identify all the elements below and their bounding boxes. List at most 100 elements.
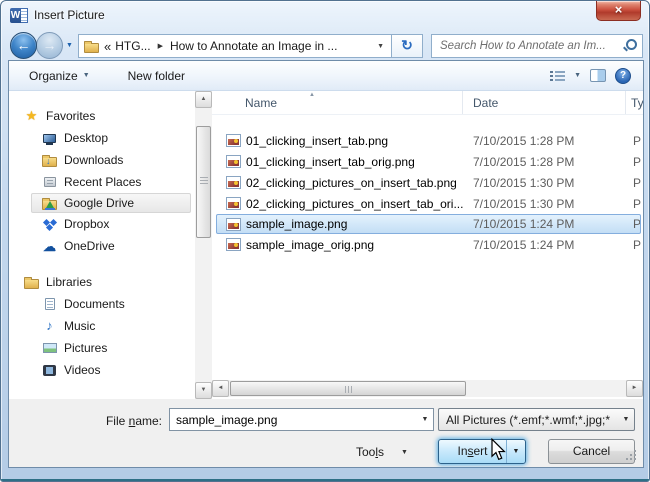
sidebar-scrollbar[interactable]: ▲ ▼ xyxy=(195,91,212,399)
command-toolbar: Organize ▼ New folder ▼ ? xyxy=(9,61,643,91)
file-date: 7/10/2015 1:28 PM xyxy=(473,154,575,169)
scroll-right-button[interactable]: ► xyxy=(626,380,643,397)
resize-grip-icon[interactable] xyxy=(626,450,637,461)
views-dropdown-icon[interactable]: ▼ xyxy=(574,72,581,79)
image-file-icon xyxy=(226,238,241,251)
refresh-icon: ↻ xyxy=(401,37,413,53)
scroll-left-icon: ◄ xyxy=(217,385,224,391)
sidebar-item-dropbox[interactable]: Dropbox xyxy=(9,213,195,235)
videos-icon xyxy=(43,364,56,376)
address-dropdown-icon[interactable]: ▼ xyxy=(375,43,386,50)
file-rows: 01_clicking_insert_tab.png 7/10/2015 1:2… xyxy=(212,130,643,255)
chevron-down-icon[interactable]: ▼ xyxy=(417,416,433,423)
file-name-label: File name: xyxy=(105,414,162,428)
views-icon[interactable] xyxy=(550,70,566,82)
chevron-down-icon: ▼ xyxy=(401,448,408,456)
insert-picture-dialog: W Insert Picture × ← → ▼ « HTG... ▶ How … xyxy=(0,0,650,482)
list-horizontal-scrollbar[interactable]: ◄ ► xyxy=(212,380,643,397)
sidebar-item-music[interactable]: ♪ Music xyxy=(9,315,195,337)
dialog-footer: File name: ▼ All Pictures (*.emf;*.wmf;*… xyxy=(9,399,643,467)
sidebar-item-libraries[interactable]: Libraries xyxy=(9,271,195,293)
scrollbar-thumb[interactable] xyxy=(196,126,211,238)
documents-icon xyxy=(44,298,55,310)
close-button[interactable]: × xyxy=(596,1,641,21)
cancel-button[interactable]: Cancel xyxy=(548,439,635,464)
search-icon xyxy=(622,39,637,53)
insert-dropdown-button[interactable]: ▼ xyxy=(506,440,525,463)
refresh-button[interactable]: ↻ xyxy=(392,34,423,58)
organize-button[interactable]: Organize ▼ xyxy=(23,66,96,86)
file-type: Pl xyxy=(633,237,641,252)
file-type-value: All Pictures (*.emf;*.wmf;*.jpg;* xyxy=(446,412,611,427)
file-type-combobox[interactable]: All Pictures (*.emf;*.wmf;*.jpg;* ▼ xyxy=(438,408,635,431)
tools-label: Tools xyxy=(356,445,385,459)
main-area: ★ Favorites Desktop ↓ Downloads Recent P… xyxy=(9,91,643,399)
dropbox-icon xyxy=(42,218,57,231)
forward-icon: → xyxy=(42,37,57,53)
sidebar-label: Recent Places xyxy=(64,175,142,189)
column-header-date[interactable]: Date xyxy=(463,91,626,114)
new-folder-button[interactable]: New folder xyxy=(122,66,191,86)
column-header-type[interactable]: Ty xyxy=(626,91,643,114)
sidebar-item-documents[interactable]: Documents xyxy=(9,293,195,315)
title-bar[interactable]: W Insert Picture × xyxy=(1,1,649,30)
file-name: sample_image.png xyxy=(246,217,348,231)
breadcrumb-separator-icon: ▶ xyxy=(157,43,163,50)
file-row[interactable]: 01_clicking_insert_tab_orig.png 7/10/201… xyxy=(216,151,641,172)
sidebar-item-favorites[interactable]: ★ Favorites xyxy=(9,105,195,127)
insert-split-button: Insert ▼ xyxy=(438,439,526,464)
sidebar-item-onedrive[interactable]: ☁ OneDrive xyxy=(9,235,195,257)
word-letter: W xyxy=(10,8,21,23)
sidebar-label: Documents xyxy=(64,297,125,311)
breadcrumb-segment-root[interactable]: HTG... xyxy=(115,39,150,53)
column-header-name[interactable]: Name xyxy=(212,91,463,114)
file-list: ▲ Name Date Ty 01_clicking_insert_tab.pn… xyxy=(212,91,643,399)
back-button[interactable]: ← xyxy=(10,32,37,59)
scroll-down-icon: ▼ xyxy=(200,387,207,393)
sidebar-label: Pictures xyxy=(64,341,108,355)
sidebar-item-videos[interactable]: Videos xyxy=(9,359,195,381)
scroll-down-button[interactable]: ▼ xyxy=(195,382,212,399)
folder-icon xyxy=(84,40,99,53)
sidebar-item-downloads[interactable]: ↓ Downloads xyxy=(9,149,195,171)
sidebar-item-google-drive[interactable]: Google Drive xyxy=(31,193,191,213)
image-file-icon xyxy=(226,176,241,189)
file-name-combobox[interactable]: ▼ xyxy=(169,408,434,431)
scrollbar-thumb[interactable] xyxy=(230,381,466,396)
sidebar-item-desktop[interactable]: Desktop xyxy=(9,127,195,149)
insert-button[interactable]: Insert xyxy=(439,440,506,463)
scroll-up-button[interactable]: ▲ xyxy=(195,91,212,108)
breadcrumb-segment-current[interactable]: How to Annotate an Image in ... xyxy=(170,39,337,53)
file-date: 7/10/2015 1:24 PM xyxy=(473,237,575,252)
file-row[interactable]: sample_image_orig.png 7/10/2015 1:24 PM … xyxy=(216,234,641,255)
file-row[interactable]: 01_clicking_insert_tab.png 7/10/2015 1:2… xyxy=(216,130,641,151)
preview-pane-icon[interactable] xyxy=(590,69,606,82)
chevron-down-icon: ▼ xyxy=(622,416,630,423)
onedrive-icon: ☁ xyxy=(43,238,56,254)
sidebar-item-recent-places[interactable]: Recent Places xyxy=(9,171,195,193)
window-title: Insert Picture xyxy=(34,8,105,22)
file-name-input[interactable] xyxy=(170,411,417,428)
file-row-selected[interactable]: sample_image.png 7/10/2015 1:24 PM Pl xyxy=(216,214,641,234)
file-type: Pl xyxy=(633,175,641,190)
google-drive-icon xyxy=(42,197,57,210)
forward-button[interactable]: → xyxy=(36,32,63,59)
recent-locations-dropdown[interactable]: ▼ xyxy=(66,42,73,49)
sidebar-label: Videos xyxy=(64,363,101,377)
file-row[interactable]: 02_clicking_pictures_on_insert_tab_ori..… xyxy=(216,193,641,214)
search-box[interactable] xyxy=(431,34,643,58)
star-icon: ★ xyxy=(25,108,38,123)
sidebar-item-pictures[interactable]: Pictures xyxy=(9,337,195,359)
back-icon: ← xyxy=(16,37,31,53)
scroll-left-button[interactable]: ◄ xyxy=(212,380,229,397)
file-row[interactable]: 02_clicking_pictures_on_insert_tab.png 7… xyxy=(216,172,641,193)
breadcrumb-overflow-button[interactable]: « xyxy=(104,39,111,54)
image-file-icon xyxy=(226,155,241,168)
address-bar[interactable]: « HTG... ▶ How to Annotate an Image in .… xyxy=(78,34,392,58)
help-icon[interactable]: ? xyxy=(615,67,631,84)
sidebar-label: OneDrive xyxy=(64,239,115,253)
search-input[interactable] xyxy=(438,39,622,53)
file-date: 7/10/2015 1:28 PM xyxy=(473,133,575,148)
tools-button[interactable]: Tools ▼ xyxy=(356,440,408,464)
